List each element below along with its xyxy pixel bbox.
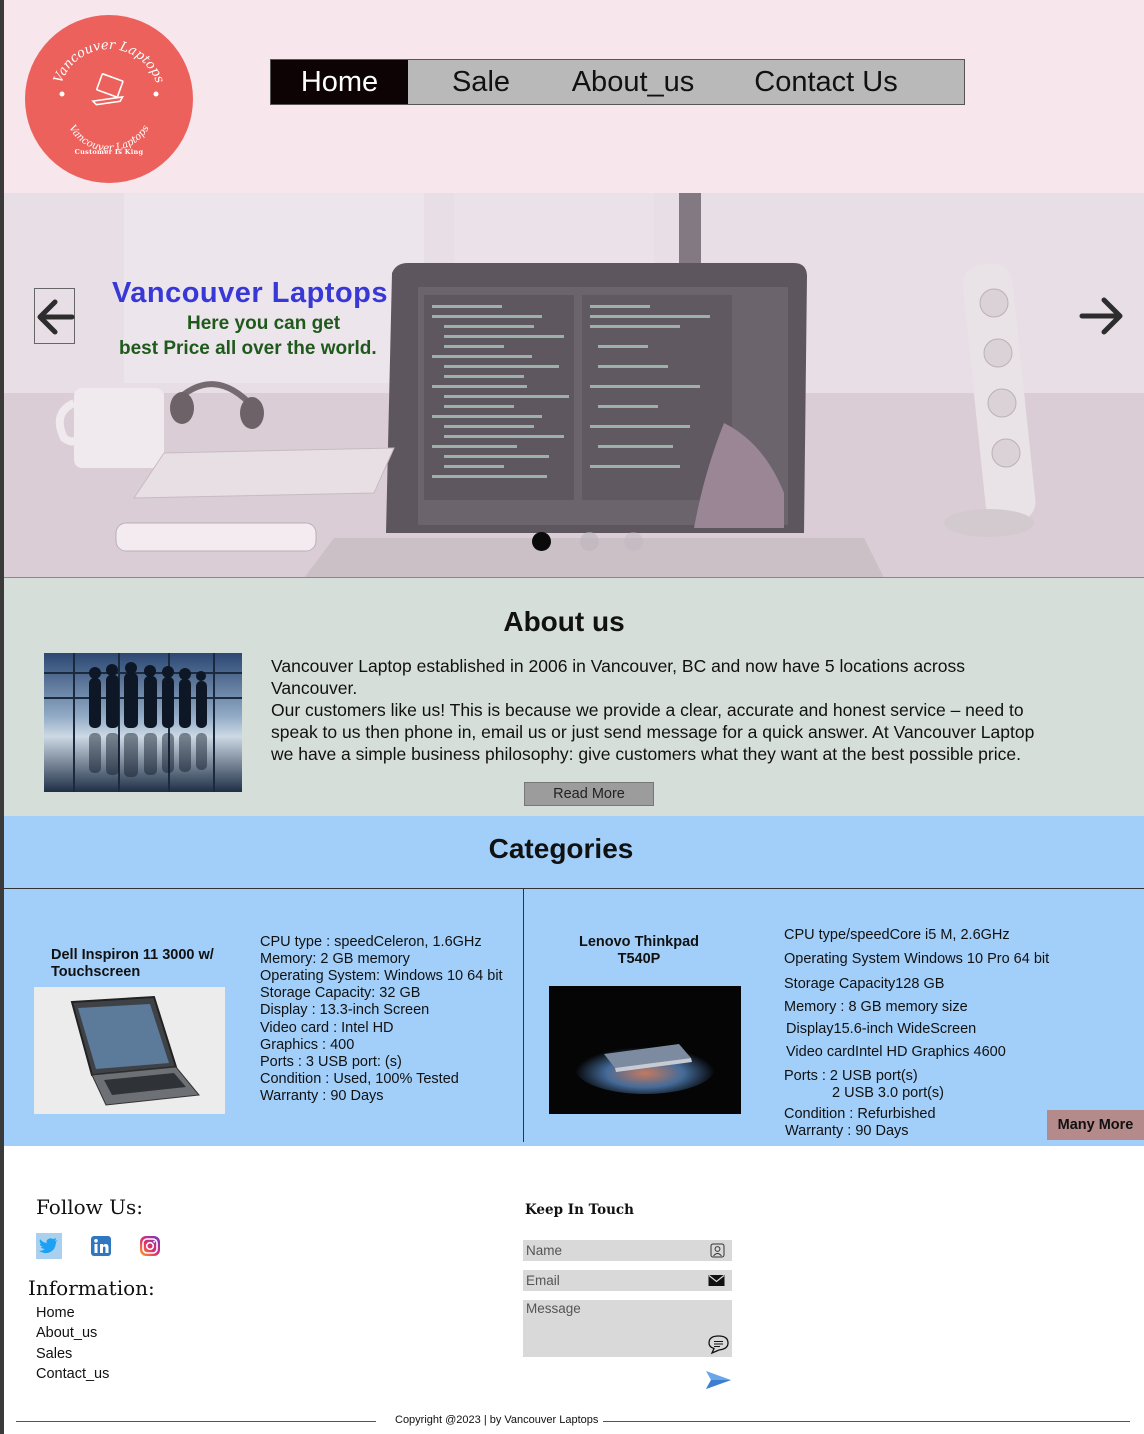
spec-line: Ports : 3 USB port: (s) [260,1054,402,1070]
spec-line: Ports : 2 USB port(s) [784,1068,918,1084]
logo-emblem: Vancouver Laptops Vancouver Laptops [51,38,167,154]
name-field[interactable]: Name [523,1240,732,1261]
logo[interactable]: Vancouver Laptops Vancouver Laptops Cust… [25,15,193,183]
svg-text:Vancouver Laptops: Vancouver Laptops [51,38,167,86]
many-more-button[interactable]: Many More [1047,1110,1144,1140]
page: Vancouver Laptops Vancouver Laptops Cust… [0,0,1144,1434]
spec-line: CPU type : speedCeleron, 1.6GHz [260,934,482,950]
name-field-placeholder: Name [526,1243,563,1258]
follow-us-title: Follow Us: [36,1195,143,1219]
arrow-right-icon [1079,297,1123,335]
categories-divider-horizontal [4,888,1144,889]
carousel-dot-2[interactable] [580,532,599,551]
nav-home[interactable]: Home [271,60,408,104]
logo-name-top: Vancouver Laptops [51,38,167,86]
carousel-dot-1[interactable] [532,532,551,551]
carousel-dot-3[interactable] [624,532,643,551]
linkedin-icon[interactable] [89,1234,115,1260]
carousel-next-button[interactable] [1078,291,1126,341]
about-text-paragraph-1: Vancouver Laptop established in 2006 in … [271,656,965,698]
nav-about-us[interactable]: About_us [558,60,708,104]
about-text-paragraph-2: Our customers like us! This is because w… [271,700,1035,764]
spec-line: Condition : Used, 100% Tested [260,1071,459,1087]
hero-background-image [4,193,1144,577]
categories-section: Categories Dell Inspiron 11 3000 w/ Touc… [4,816,1144,1146]
spec-line: Operating System Windows 10 Pro 64 bit [784,951,1050,967]
send-button[interactable] [705,1369,732,1391]
user-icon [710,1243,725,1258]
spec-line: Memory: 2 GB memory [260,951,410,967]
nav-sale[interactable]: Sale [416,60,546,104]
spec-line: Condition : Refurbished [784,1106,936,1122]
carousel-prev-button[interactable] [34,288,75,344]
about-team-image [44,653,242,792]
chat-bubble-icon [708,1335,729,1355]
footer-link-home[interactable]: Home [36,1305,75,1321]
email-field-placeholder: Email [526,1273,560,1288]
spec-line: Video cardIntel HD Graphics 4600 [786,1044,1006,1060]
about-description: Vancouver Laptop established in 2006 in … [271,655,1041,765]
spec-line: Display15.6-inch WideScreen [786,1021,977,1037]
product-name-lenovo[interactable]: Lenovo Thinkpad T540P [569,934,709,968]
footer-rule-right [603,1421,1130,1422]
product-name-dell[interactable]: Dell Inspiron 11 3000 w/ Touchscreen [51,947,241,981]
spec-line: Operating System: Windows 10 64 bit [260,968,503,984]
spec-line: CPU type/speedCore i5 M, 2.6GHz [784,927,1010,943]
footer-rule-left [16,1421,376,1422]
logo-tagline: Customer Is King [74,148,144,156]
spec-line: Graphics : 400 [260,1037,355,1053]
spec-line: Memory : 8 GB memory size [784,999,968,1015]
hero-subtitle-line2: best Price all over the world. [119,338,377,359]
spec-line: 2 USB 3.0 port(s) [832,1085,945,1101]
spec-line: Storage Capacity: 32 GB [260,985,421,1001]
spec-line: Storage Capacity128 GB [784,976,945,992]
product-image-dell[interactable] [34,987,225,1114]
hero-title: Vancouver Laptops [112,277,389,309]
categories-divider-vertical [523,889,524,1142]
nav-contact-us[interactable]: Contact Us [736,60,916,104]
copyright-text: Copyright @2023 | by Vancouver Laptops [395,1414,599,1426]
about-section: About us Vancouver Laptop established in… [4,578,1144,826]
keep-in-touch-title: Keep In Touch [525,1202,634,1218]
email-field[interactable]: Email [523,1270,732,1291]
site-header: Vancouver Laptops Vancouver Laptops Cust… [4,0,1144,193]
information-title: Information: [28,1276,155,1300]
message-field[interactable]: Message [523,1300,732,1357]
footer-link-about-us[interactable]: About_us [36,1325,97,1341]
product-image-lenovo[interactable] [549,986,741,1114]
instagram-icon[interactable] [138,1234,164,1260]
spec-line: Display : 13.3-inch Screen [260,1002,430,1018]
main-nav: Home Sale About_us Contact Us [270,59,965,105]
footer-link-contact-us[interactable]: Contact_us [36,1366,109,1382]
arrow-left-icon [37,299,75,335]
spec-line: Warranty : 90 Days [785,1123,909,1139]
about-title: About us [503,606,625,637]
spec-line: Video card : Intel HD [260,1020,394,1036]
hero-carousel: Vancouver Laptops Here you can get best … [4,193,1144,578]
twitter-icon[interactable] [36,1233,62,1259]
footer-link-sales[interactable]: Sales [36,1346,72,1362]
hero-subtitle-line1: Here you can get [187,313,341,334]
read-more-button[interactable]: Read More [524,782,654,806]
message-field-placeholder: Message [526,1301,581,1316]
send-icon [706,1371,731,1389]
categories-title: Categories [488,833,634,864]
spec-line: Warranty : 90 Days [260,1088,384,1104]
envelope-icon [708,1275,725,1286]
